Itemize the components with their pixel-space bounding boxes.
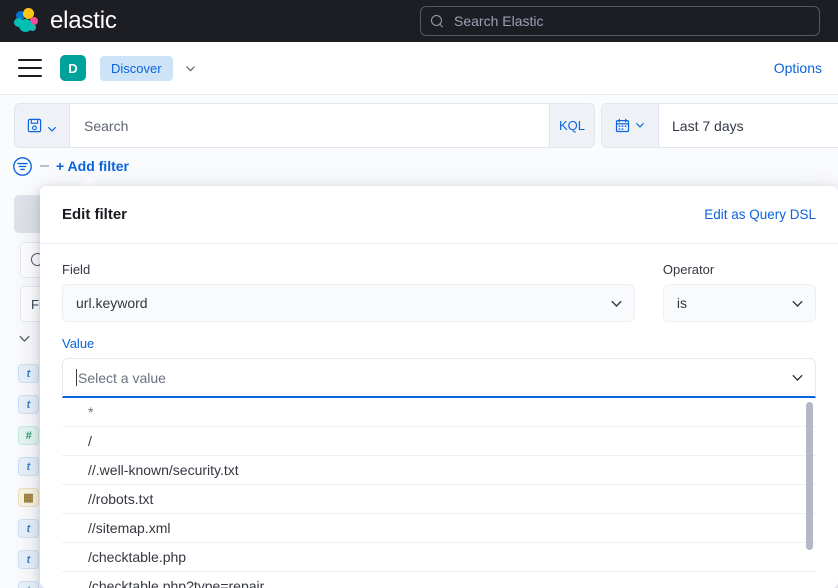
popover-body: Field url.keyword Operator is Value Sele… bbox=[40, 244, 838, 588]
query-bar: Search KQL bbox=[14, 103, 595, 148]
edit-query-dsl-link[interactable]: Edit as Query DSL bbox=[704, 207, 816, 222]
popover-header: Edit filter Edit as Query DSL bbox=[40, 186, 838, 244]
field-label: Field bbox=[62, 262, 91, 277]
chevron-down-icon bbox=[791, 297, 804, 310]
popover-title: Edit filter bbox=[62, 206, 128, 223]
list-item[interactable]: / bbox=[62, 427, 816, 456]
list-item[interactable]: //sitemap.xml bbox=[62, 514, 816, 543]
hamburger-menu-icon[interactable] bbox=[18, 59, 42, 77]
add-filter-button[interactable]: + Add filter bbox=[56, 158, 129, 174]
field-column: Field url.keyword bbox=[62, 262, 635, 322]
number-field-icon: # bbox=[18, 426, 39, 445]
chevron-down-icon[interactable] bbox=[185, 63, 196, 74]
string-field-icon: t bbox=[18, 519, 39, 538]
operator-label: Operator bbox=[662, 262, 715, 277]
string-field-icon: t bbox=[18, 581, 39, 588]
list-item[interactable]: /checktable.php?type=repair bbox=[62, 572, 816, 588]
operator-select[interactable]: is bbox=[662, 284, 816, 322]
value-combobox[interactable]: Select a value bbox=[62, 358, 816, 398]
elastic-brand[interactable]: elastic bbox=[14, 7, 117, 35]
value-options-list: * / //.well-known/security.txt //robots.… bbox=[62, 398, 816, 588]
calendar-icon bbox=[615, 118, 630, 133]
edit-filter-popover: Edit filter Edit as Query DSL Field url.… bbox=[40, 186, 838, 588]
list-item[interactable]: * bbox=[62, 398, 816, 427]
global-header: elastic Search Elastic bbox=[0, 0, 838, 42]
global-search-input[interactable]: Search Elastic bbox=[420, 6, 820, 36]
string-field-icon: t bbox=[18, 550, 39, 569]
chevron-down-icon bbox=[610, 297, 623, 310]
search-input[interactable]: Search bbox=[69, 103, 549, 148]
list-item[interactable]: /checktable.php bbox=[62, 543, 816, 572]
string-field-icon: t bbox=[18, 457, 39, 476]
filter-separator bbox=[40, 165, 49, 167]
field-operator-row: Field url.keyword Operator is bbox=[62, 262, 816, 322]
string-field-icon: t bbox=[18, 364, 39, 383]
search-input-placeholder: Search bbox=[84, 117, 129, 134]
breadcrumb-app[interactable]: Discover bbox=[100, 55, 173, 81]
space-avatar[interactable]: D bbox=[60, 55, 86, 81]
global-search-placeholder: Search Elastic bbox=[454, 13, 544, 29]
query-language-button[interactable]: KQL bbox=[549, 103, 595, 148]
chevron-down-icon bbox=[18, 332, 31, 345]
field-select-value: url.keyword bbox=[76, 295, 148, 311]
save-disk-icon bbox=[27, 118, 42, 133]
saved-query-button[interactable] bbox=[14, 103, 69, 148]
breadcrumb-bar: D Discover Options bbox=[0, 42, 838, 95]
chevron-down-icon bbox=[47, 121, 57, 132]
field-select[interactable]: url.keyword bbox=[62, 284, 635, 322]
value-label: Value bbox=[62, 336, 95, 351]
value-block: Value Select a value * / //.well-known/s… bbox=[62, 336, 816, 588]
operator-column: Operator is bbox=[662, 262, 816, 322]
chevron-down-icon bbox=[635, 117, 645, 135]
date-picker: Last 7 days bbox=[601, 103, 838, 148]
operator-select-value: is bbox=[676, 295, 688, 311]
options-scrollbar-thumb[interactable] bbox=[806, 402, 813, 550]
list-item[interactable]: //.well-known/security.txt bbox=[62, 456, 816, 485]
brand-text: elastic bbox=[50, 7, 117, 34]
list-item[interactable]: //robots.txt bbox=[62, 485, 816, 514]
options-link[interactable]: Options bbox=[774, 60, 822, 76]
date-quick-select-button[interactable] bbox=[602, 104, 659, 147]
date-range-label[interactable]: Last 7 days bbox=[659, 104, 744, 147]
filter-bar: + Add filter bbox=[12, 153, 129, 179]
date-field-icon: ▦ bbox=[18, 488, 39, 507]
string-field-icon: t bbox=[18, 395, 39, 414]
filter-circle-icon[interactable] bbox=[12, 156, 33, 177]
text-caret bbox=[76, 369, 77, 386]
chevron-down-icon[interactable] bbox=[791, 371, 804, 384]
query-bar-area: Search KQL Last 7 days + Add filter bbox=[0, 95, 838, 190]
search-icon bbox=[431, 14, 444, 28]
discover-app: elastic Search Elastic D Discover Option… bbox=[0, 0, 838, 588]
elastic-logo-icon bbox=[14, 8, 40, 34]
value-placeholder: Select a value bbox=[78, 369, 166, 386]
